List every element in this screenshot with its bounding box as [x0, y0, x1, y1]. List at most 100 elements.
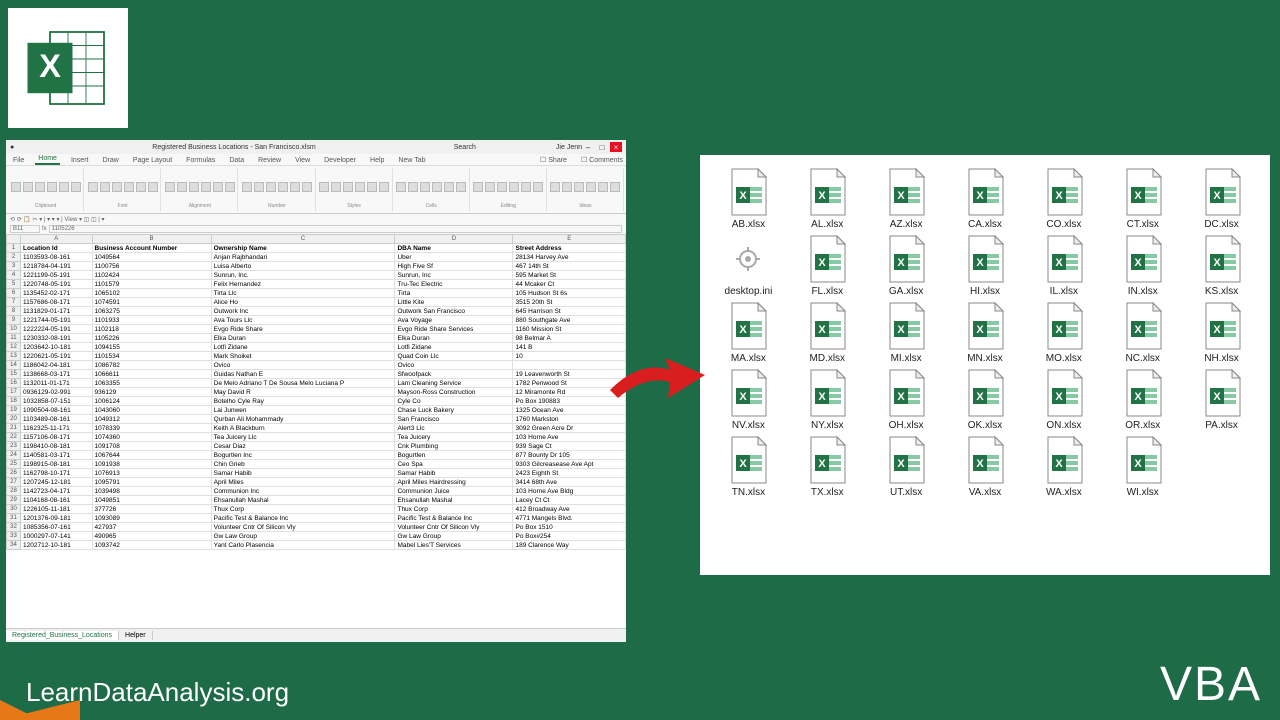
- cell[interactable]: Evgo Ride Share Services: [395, 325, 513, 334]
- cell[interactable]: 1090504-08-161: [21, 406, 93, 415]
- ribbon-icon[interactable]: [278, 182, 288, 192]
- cell[interactable]: Guidas Nathan E: [211, 370, 395, 379]
- cell[interactable]: 0936129-02-991: [21, 388, 93, 397]
- cell[interactable]: Ehsanullah Mashal: [211, 496, 395, 505]
- file-item[interactable]: XNH.xlsx: [1183, 301, 1260, 364]
- ribbon-icon[interactable]: [396, 182, 406, 192]
- cell[interactable]: 1138668-03-171: [21, 370, 93, 379]
- ribbon-icon[interactable]: [242, 182, 252, 192]
- cell[interactable]: 595 Market St: [513, 271, 626, 280]
- ribbon-icon[interactable]: [456, 182, 466, 192]
- cell[interactable]: 1140581-03-171: [21, 451, 93, 460]
- ribbon-icon[interactable]: [485, 182, 495, 192]
- file-item[interactable]: XUT.xlsx: [868, 435, 945, 498]
- file-item[interactable]: XON.xlsx: [1025, 368, 1102, 431]
- tab-view[interactable]: View: [292, 156, 313, 165]
- row-header[interactable]: 10: [7, 325, 21, 334]
- file-item[interactable]: XCO.xlsx: [1025, 167, 1102, 230]
- cell[interactable]: Tea Juicery Llc: [211, 433, 395, 442]
- close-icon[interactable]: ×: [610, 142, 622, 152]
- ribbon-icon[interactable]: [112, 182, 122, 192]
- cell[interactable]: Chin Grieb: [211, 460, 395, 469]
- cell[interactable]: Tirta: [395, 289, 513, 298]
- row-header[interactable]: 23: [7, 442, 21, 451]
- ribbon-icon[interactable]: [509, 182, 519, 192]
- cell[interactable]: Elka Duran: [211, 334, 395, 343]
- cell[interactable]: Keith A Blackburn: [211, 424, 395, 433]
- maximize-icon[interactable]: □: [596, 142, 608, 152]
- row-header[interactable]: 4: [7, 271, 21, 280]
- cell[interactable]: 98 Belmar A: [513, 334, 626, 343]
- cell[interactable]: 1207245-12-181: [21, 478, 93, 487]
- cell[interactable]: 1093089: [92, 514, 211, 523]
- file-item[interactable]: XCT.xlsx: [1104, 167, 1181, 230]
- file-item[interactable]: XDC.xlsx: [1183, 167, 1260, 230]
- cell[interactable]: Bogurtlen Inc: [211, 451, 395, 460]
- cell[interactable]: [513, 361, 626, 370]
- cell[interactable]: 1032858-07-151: [21, 397, 93, 406]
- cell[interactable]: Bogurtlen: [395, 451, 513, 460]
- ribbon-icon[interactable]: [47, 182, 57, 192]
- file-item[interactable]: XNY.xlsx: [789, 368, 866, 431]
- comments-button[interactable]: ☐ Comments: [578, 155, 626, 165]
- row-header[interactable]: 27: [7, 478, 21, 487]
- row-header[interactable]: 30: [7, 505, 21, 514]
- cell[interactable]: 1066611: [92, 370, 211, 379]
- row-header[interactable]: 13: [7, 352, 21, 361]
- ribbon-icon[interactable]: [610, 182, 620, 192]
- ribbon-icon[interactable]: [574, 182, 584, 192]
- column-header[interactable]: E: [513, 235, 626, 244]
- tab-new-tab[interactable]: New Tab: [395, 156, 428, 165]
- cell[interactable]: Mark Shoiket: [211, 352, 395, 361]
- column-header[interactable]: D: [395, 235, 513, 244]
- cell[interactable]: 1101534: [92, 352, 211, 361]
- cell[interactable]: Anjan Rajbhandari: [211, 253, 395, 262]
- cell[interactable]: 412 Broadway Ave: [513, 505, 626, 514]
- cell[interactable]: Chase Luck Bakery: [395, 406, 513, 415]
- ribbon-icon[interactable]: [550, 182, 560, 192]
- tab-developer[interactable]: Developer: [321, 156, 359, 165]
- cell[interactable]: 1157106-08-171: [21, 433, 93, 442]
- ribbon-icon[interactable]: [355, 182, 365, 192]
- cell[interactable]: 1132011-01-171: [21, 379, 93, 388]
- cell[interactable]: Qurban Ali Mohammady: [211, 415, 395, 424]
- ribbon-icon[interactable]: [100, 182, 110, 192]
- formula-input[interactable]: 1105226: [49, 225, 622, 233]
- cell[interactable]: Lotfi Zidane: [395, 343, 513, 352]
- cell[interactable]: 103 Horne Ave: [513, 433, 626, 442]
- cell[interactable]: 103 Horne Ave Bldg: [513, 487, 626, 496]
- cell[interactable]: Ovico: [395, 361, 513, 370]
- file-item[interactable]: XOH.xlsx: [868, 368, 945, 431]
- cell[interactable]: 1162798-10-171: [21, 469, 93, 478]
- cell[interactable]: 1226105-11-181: [21, 505, 93, 514]
- cell[interactable]: Ehsanullah Mashal: [395, 496, 513, 505]
- file-item[interactable]: XMO.xlsx: [1025, 301, 1102, 364]
- cell[interactable]: 427937: [92, 523, 211, 532]
- cell[interactable]: Tru-Tec Electric: [395, 280, 513, 289]
- cell[interactable]: Po Box 190883: [513, 397, 626, 406]
- cell[interactable]: 105 Hudson St 6s: [513, 289, 626, 298]
- cell[interactable]: Outwork Inc: [211, 307, 395, 316]
- file-item[interactable]: XNV.xlsx: [710, 368, 787, 431]
- cell[interactable]: 1000297-07-141: [21, 532, 93, 541]
- file-item[interactable]: XIL.xlsx: [1025, 234, 1102, 297]
- cell[interactable]: 189 Clarence Way: [513, 541, 626, 550]
- row-header[interactable]: 2: [7, 253, 21, 262]
- file-item[interactable]: XMD.xlsx: [789, 301, 866, 364]
- file-item[interactable]: XVA.xlsx: [947, 435, 1024, 498]
- file-item[interactable]: XCA.xlsx: [947, 167, 1024, 230]
- cell[interactable]: Gw Law Group: [211, 532, 395, 541]
- cell[interactable]: Volunteer Cntr Of Silicon Vly: [395, 523, 513, 532]
- cell[interactable]: 1105226: [92, 334, 211, 343]
- ribbon-icon[interactable]: [408, 182, 418, 192]
- ribbon-icon[interactable]: [213, 182, 223, 192]
- cell[interactable]: Quad Coin Llc: [395, 352, 513, 361]
- cell[interactable]: 1201376-09-181: [21, 514, 93, 523]
- tab-page-layout[interactable]: Page Layout: [130, 156, 175, 165]
- cell[interactable]: 1142723-04-171: [21, 487, 93, 496]
- cell[interactable]: Po Box 1510: [513, 523, 626, 532]
- cell[interactable]: Thux Corp: [211, 505, 395, 514]
- cell[interactable]: 1074360: [92, 433, 211, 442]
- ribbon-icon[interactable]: [562, 182, 572, 192]
- ribbon-icon[interactable]: [379, 182, 389, 192]
